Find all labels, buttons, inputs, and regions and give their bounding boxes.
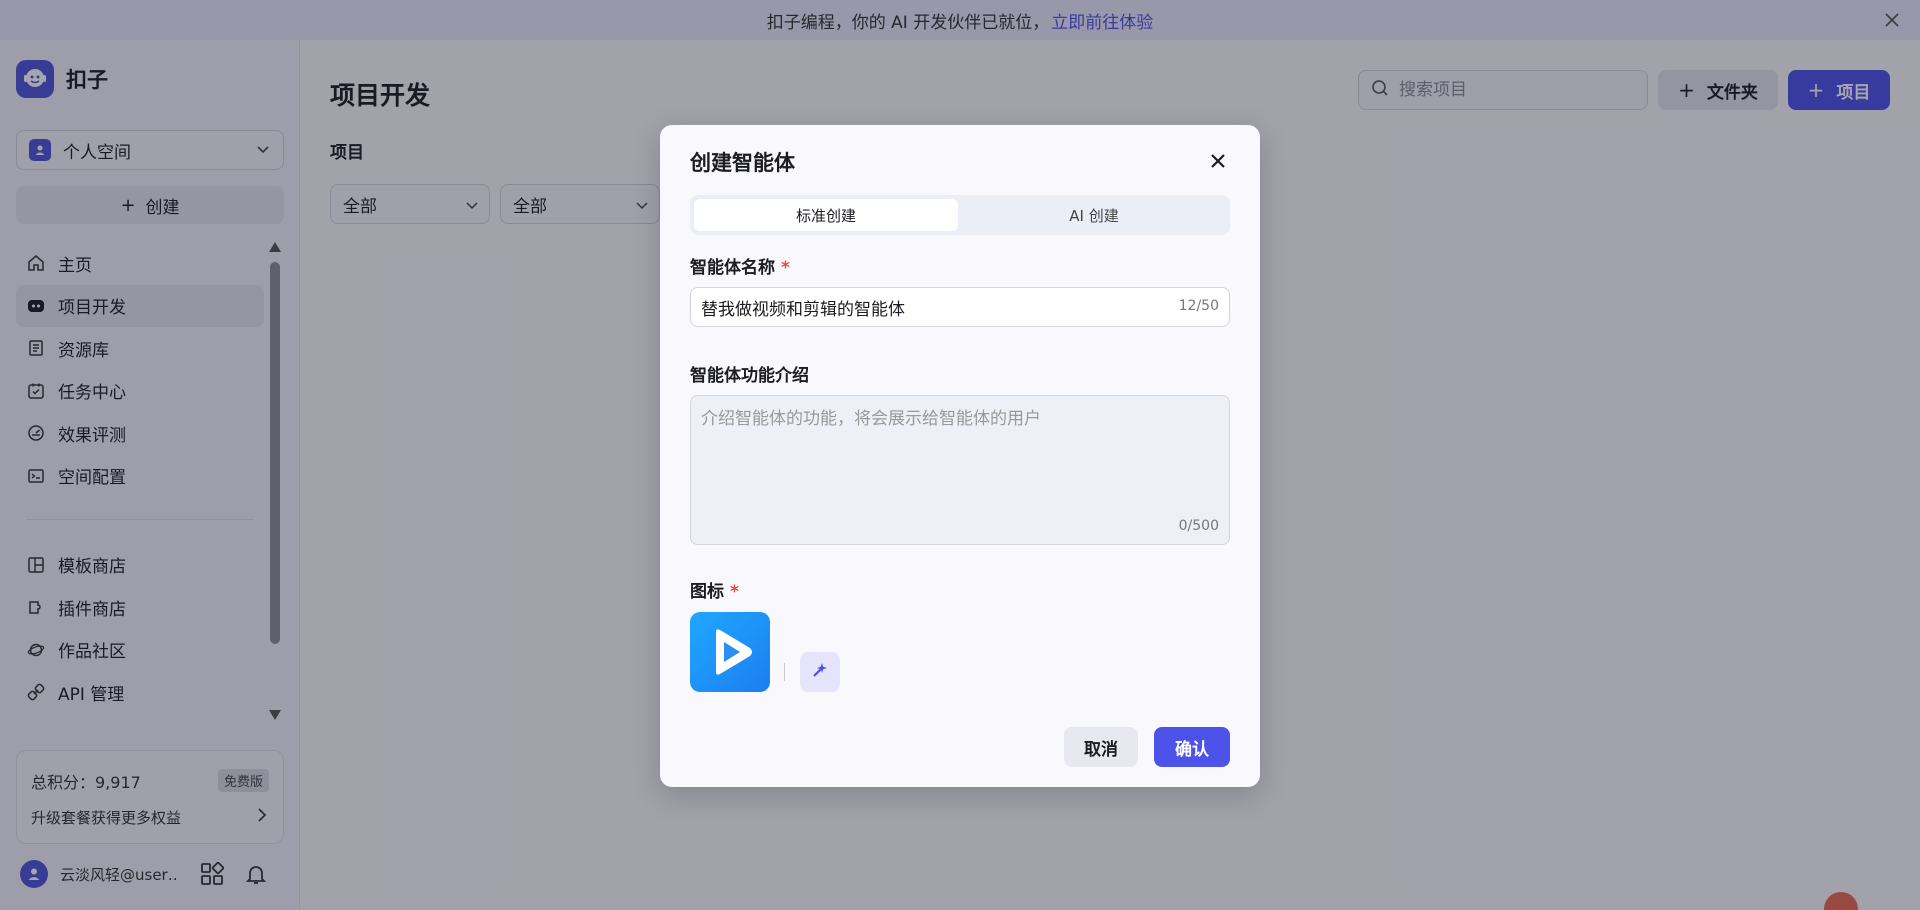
- tab-standard-create[interactable]: 标准创建: [694, 199, 958, 231]
- divider: [784, 663, 785, 681]
- ai-generate-icon-button[interactable]: [800, 652, 840, 692]
- desc-field-label: 智能体功能介绍: [690, 366, 809, 386]
- create-agent-dialog: 创建智能体 标准创建 AI 创建 智能体名称 * 替我做视频和剪辑的智能体 12/…: [660, 125, 1260, 787]
- desc-char-counter: 0/500: [1178, 518, 1219, 534]
- icon-field-label: 图标 *: [690, 577, 739, 602]
- required-mark: *: [781, 258, 790, 278]
- cancel-button[interactable]: 取消: [1064, 727, 1138, 767]
- description-placeholder: 介绍智能体的功能，将会展示给智能体的用户: [701, 409, 1041, 429]
- tab-ai-create[interactable]: AI 创建: [962, 199, 1226, 231]
- agent-description-textarea[interactable]: 介绍智能体的功能，将会展示给智能体的用户 0/500: [690, 395, 1230, 545]
- name-label-text: 智能体名称: [690, 258, 775, 278]
- name-char-counter: 12/50: [1178, 298, 1219, 314]
- confirm-button[interactable]: 确认: [1154, 727, 1230, 767]
- name-field-label: 智能体名称 *: [690, 253, 790, 278]
- agent-avatar-play-icon[interactable]: [690, 612, 770, 692]
- agent-name-value: 替我做视频和剪辑的智能体: [701, 299, 905, 320]
- icon-label-text: 图标: [690, 582, 724, 602]
- dialog-title: 创建智能体: [690, 151, 795, 175]
- required-mark: *: [730, 582, 739, 602]
- agent-name-input[interactable]: 替我做视频和剪辑的智能体 12/50: [690, 287, 1230, 327]
- sparkle-icon: [810, 660, 830, 685]
- creation-mode-tabs: 标准创建 AI 创建: [690, 195, 1230, 235]
- close-icon[interactable]: [1206, 149, 1230, 173]
